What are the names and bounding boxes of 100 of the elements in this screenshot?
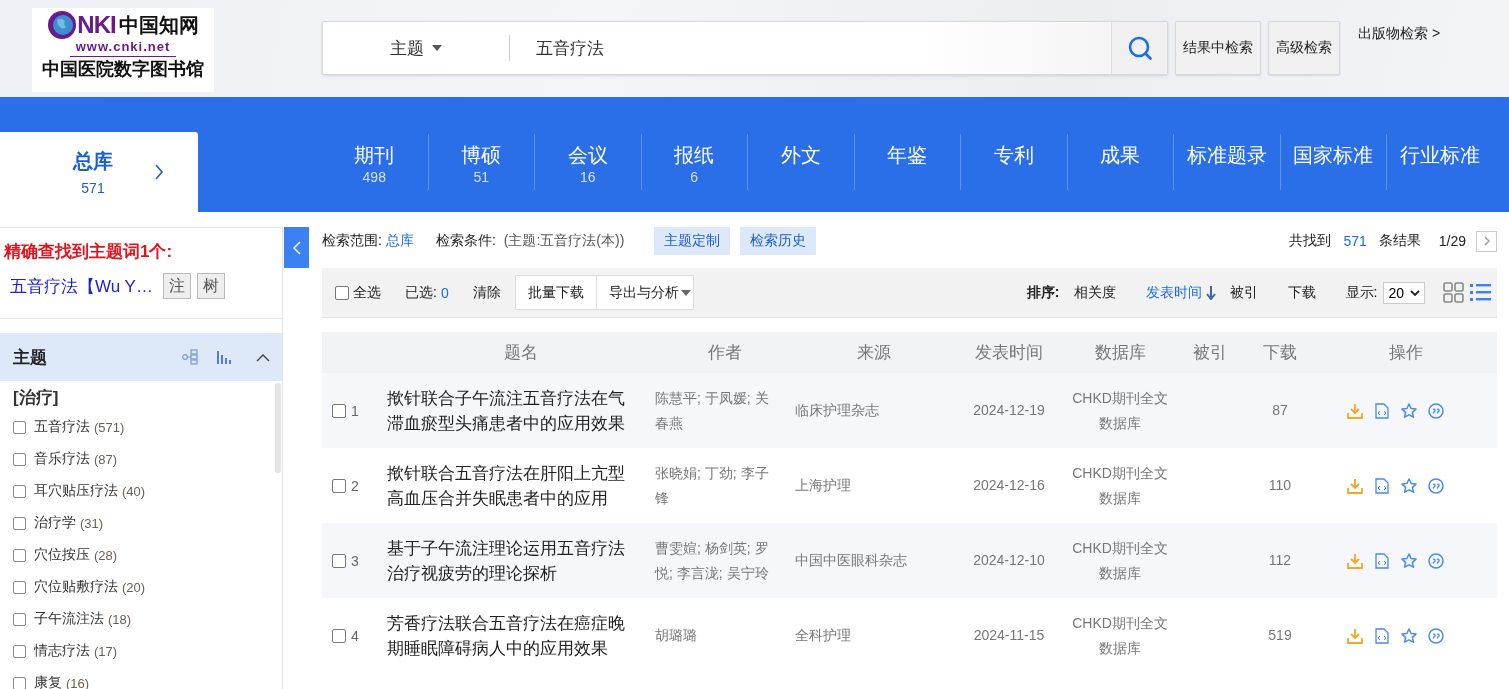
checkbox[interactable] [13, 644, 26, 658]
checkbox[interactable] [13, 580, 26, 594]
category-tab[interactable]: 国家标准 [1279, 134, 1386, 190]
search-type-dropdown[interactable]: 主题 [323, 22, 509, 74]
category-tab[interactable]: 博硕 51 [427, 134, 534, 190]
document-icon[interactable] [1374, 402, 1390, 419]
facet-option-label[interactable]: 五音疗法 [34, 418, 90, 436]
facet-option-label[interactable]: 治疗学 [34, 514, 76, 532]
star-icon[interactable] [1401, 477, 1417, 494]
export-analysis-button[interactable]: 导出与分析 [596, 275, 694, 310]
source-link[interactable]: 中国中医眼科杂志 [795, 551, 953, 570]
facet-count: (20) [122, 579, 146, 595]
category-tab[interactable]: 年鉴 [853, 134, 960, 190]
checkbox[interactable] [13, 420, 26, 434]
logo[interactable]: NKI中国知网 www.cnki.net 中国医院数字图书馆 [32, 8, 214, 92]
search-option-button[interactable]: 结果中检索 [1175, 21, 1261, 75]
checkbox[interactable] [13, 612, 26, 626]
star-icon[interactable] [1401, 552, 1417, 569]
facet-option-label[interactable]: 耳穴贴压疗法 [34, 482, 118, 500]
checkbox[interactable] [335, 285, 349, 300]
source-link[interactable]: 上海护理 [795, 476, 953, 495]
star-icon[interactable] [1401, 627, 1417, 644]
document-icon[interactable] [1374, 627, 1390, 644]
scrollbar[interactable] [275, 383, 281, 473]
download-icon[interactable] [1347, 402, 1363, 419]
chevron-up-icon[interactable] [256, 352, 270, 362]
category-tab[interactable]: 外文 [747, 134, 854, 190]
bar-chart-icon[interactable] [216, 350, 232, 364]
scope-link[interactable]: 总库 [385, 232, 414, 250]
checkbox[interactable] [332, 403, 346, 418]
sort-option[interactable]: 被引 [1229, 283, 1258, 302]
facet-option-label[interactable]: 穴位按压 [34, 546, 90, 564]
sort-option[interactable]: 相关度 [1073, 283, 1116, 302]
column-header: 来源 [856, 342, 892, 364]
quote-icon[interactable] [1428, 552, 1444, 569]
article-title-link[interactable]: 基于子午流注理论运用五音疗法治疗视疲劳的理论探析 [387, 535, 655, 586]
download-icon[interactable] [1347, 627, 1363, 644]
tag-button[interactable]: 检索历史 [740, 227, 817, 255]
category-tab[interactable]: 标准题录 [1173, 134, 1280, 190]
publication-search-link[interactable]: 出版物检索 > [1358, 25, 1441, 43]
document-icon[interactable] [1374, 477, 1390, 494]
checkbox[interactable] [13, 548, 26, 562]
page-size-select[interactable]: 20 [1383, 281, 1425, 304]
article-title-link[interactable]: 芳香疗法联合五音疗法在癌症晚期睡眠障碍病人中的应用效果 [387, 610, 655, 661]
quote-icon[interactable] [1428, 402, 1444, 419]
row-number: 1 [351, 402, 359, 419]
download-icon[interactable] [1347, 477, 1363, 494]
result-count: 571 [1343, 233, 1367, 249]
grid-view-button[interactable] [1443, 282, 1464, 303]
article-title-link[interactable]: 揿针联合子午流注五音疗法在气滞血瘀型头痛患者中的应用效果 [387, 385, 655, 436]
checkbox[interactable] [332, 478, 346, 493]
search-field[interactable]: 五音疗法 [510, 22, 1111, 74]
column-header: 被引 [1192, 342, 1228, 364]
category-tab[interactable]: 专利 [960, 134, 1067, 190]
facet-option-label[interactable]: 子午流注法 [34, 610, 104, 628]
total-tab[interactable]: 总库 571 [0, 132, 198, 212]
category-tab[interactable]: 期刊 498 [321, 134, 428, 190]
facet-option-label[interactable]: 穴位贴敷疗法 [34, 578, 118, 596]
checkbox[interactable] [332, 553, 346, 568]
checkbox[interactable] [13, 484, 26, 498]
subject-term-button[interactable]: 注 [162, 273, 191, 299]
list-view-button[interactable] [1470, 282, 1491, 303]
download-icon[interactable] [1347, 552, 1363, 569]
column-header: 数据库 [1093, 342, 1147, 364]
collapse-sidebar-button[interactable] [284, 227, 309, 268]
sort-option[interactable]: 下载 [1287, 283, 1316, 302]
tag-button[interactable]: 主题定制 [654, 227, 731, 255]
quote-icon[interactable] [1428, 477, 1444, 494]
article-title-link[interactable]: 揿针联合五音疗法在肝阳上亢型高血压合并失眠患者中的应用 [387, 460, 655, 511]
search-button[interactable] [1111, 22, 1167, 74]
sort-option[interactable]: 发表时间 [1145, 283, 1216, 302]
globe-icon [47, 10, 78, 40]
document-icon[interactable] [1374, 552, 1390, 569]
facet-option-label[interactable]: 情志疗法 [34, 642, 90, 660]
category-tab[interactable]: 成果 [1066, 134, 1173, 190]
search-icon [1126, 35, 1153, 61]
quote-icon[interactable] [1428, 627, 1444, 644]
caret-icon [432, 45, 442, 51]
column-header: 下载 [1262, 342, 1298, 364]
checkbox[interactable] [13, 516, 26, 530]
source-link[interactable]: 全科护理 [795, 626, 953, 645]
facet-option-label[interactable]: 康复 [34, 674, 62, 689]
subject-term-button[interactable]: 树 [196, 273, 225, 299]
checkbox[interactable] [13, 452, 26, 466]
selected-label: 已选: [405, 283, 437, 302]
clear-link[interactable]: 清除 [472, 283, 501, 302]
search-option-button[interactable]: 高级检索 [1268, 21, 1340, 75]
found-label: 共找到 [1289, 232, 1332, 250]
network-icon[interactable] [182, 349, 198, 365]
checkbox[interactable] [13, 676, 26, 689]
source-link[interactable]: 临床护理杂志 [795, 401, 953, 420]
category-tab[interactable]: 报纸 6 [640, 134, 747, 190]
star-icon[interactable] [1401, 402, 1417, 419]
checkbox[interactable] [332, 628, 346, 643]
category-tab[interactable]: 行业标准 [1386, 134, 1493, 190]
select-all-label[interactable]: 全选 [353, 283, 381, 302]
batch-download-button[interactable]: 批量下载 [514, 275, 597, 310]
category-tab[interactable]: 会议 16 [534, 134, 641, 190]
subject-term-link[interactable]: 五音疗法【Wu Y… [10, 274, 153, 298]
facet-option-label[interactable]: 音乐疗法 [34, 450, 90, 468]
